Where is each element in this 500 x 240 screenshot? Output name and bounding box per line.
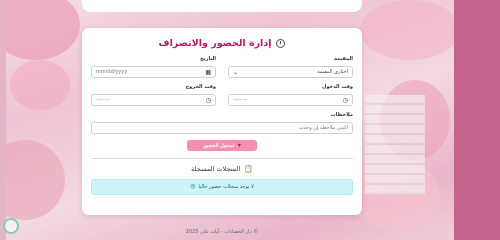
notes-field-group: ملاحظات اكتبي ملاحظة إن وجدت <box>91 112 353 134</box>
records-title: السجلات المسجلة <box>191 164 241 173</box>
heart-icon: ♥ <box>237 142 241 149</box>
left-edge-strip <box>0 0 6 240</box>
footer-text: © دار الحضانات - آيات علي 2025 <box>185 229 259 235</box>
form-title-row: إدارة الحضور والانصراف <box>91 36 353 50</box>
clock-icon[interactable]: ◷ <box>206 97 211 104</box>
submit-attendance-button[interactable]: ♥ تسجيل الحضور <box>187 140 257 151</box>
stage-value: اختاري المقيمة <box>317 69 348 75</box>
date-input[interactable]: ▦ mm/dd/yyyy <box>91 66 216 78</box>
checkin-time-input[interactable]: ◷ --:-- -- <box>228 94 353 106</box>
checkout-time-input[interactable]: ◷ --:-- -- <box>91 94 216 106</box>
checkout-label: وقت الخروج <box>185 84 216 90</box>
calendar-icon[interactable]: ▦ <box>205 69 211 76</box>
clock-icon[interactable]: ◷ <box>343 97 348 104</box>
notes-input[interactable]: اكتبي ملاحظة إن وجدت <box>91 122 353 134</box>
submit-attendance-label: تسجيل الحضور <box>203 142 235 149</box>
stage-field-group: المقيمة اختاري المقيمة ⌄ <box>228 56 353 78</box>
stage-label: المقيمة <box>334 56 353 62</box>
records-title-row: 📋 السجلات المسجلة <box>91 164 353 173</box>
top-card-edge <box>82 0 362 12</box>
notes-placeholder: اكتبي ملاحظة إن وجدت <box>298 125 348 131</box>
stage-select[interactable]: اختاري المقيمة ⌄ <box>228 66 353 78</box>
checkout-field-group: وقت الخروج ◷ --:-- -- <box>91 84 216 106</box>
checkout-placeholder: --:-- -- <box>96 97 111 103</box>
sad-face-icon: ☹ <box>190 184 196 190</box>
checkin-label: وقت الدخول <box>322 84 353 90</box>
attendance-form-card: إدارة الحضور والانصراف المقيمة اختاري ال… <box>82 28 362 215</box>
checkin-field-group: وقت الدخول ◷ --:-- -- <box>228 84 353 106</box>
divider <box>91 158 353 159</box>
date-placeholder: mm/dd/yyyy <box>96 69 128 75</box>
date-field-group: التاريخ ▦ mm/dd/yyyy <box>91 56 216 78</box>
scroll-button[interactable] <box>3 218 19 234</box>
date-label: التاريخ <box>200 56 216 62</box>
chevron-down-icon: ⌄ <box>233 68 239 76</box>
clipboard-icon: 📋 <box>244 164 253 173</box>
empty-records-message: لا توجد سجلات حضور حاليا <box>198 184 254 190</box>
checkin-placeholder: --:-- -- <box>233 97 248 103</box>
form-title: إدارة الحضور والانصراف <box>158 37 272 49</box>
right-side-panel <box>454 0 500 240</box>
notes-label: ملاحظات <box>330 112 353 118</box>
empty-records-alert: لا توجد سجلات حضور حاليا ☹ <box>91 179 353 195</box>
clock-icon <box>276 38 286 48</box>
